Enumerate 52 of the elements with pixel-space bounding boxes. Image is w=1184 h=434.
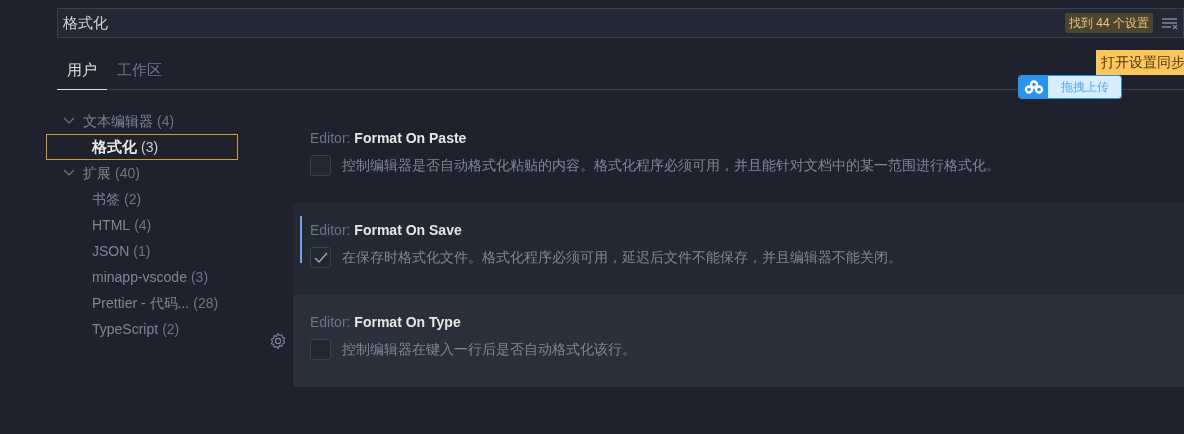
settings-tab[interactable]: 工作区 — [107, 58, 172, 90]
tree-item[interactable]: JSON (1) — [46, 238, 238, 264]
tree-item-count: (4) — [134, 215, 152, 235]
cloud-icon — [1023, 80, 1044, 94]
setting-title: Format On Paste — [354, 130, 467, 146]
checkmark-icon — [313, 251, 328, 264]
tree-item[interactable]: HTML (4) — [46, 212, 238, 238]
tree-item-count: (28) — [193, 293, 219, 313]
sync-tooltip: 打开设置同步 — [1096, 50, 1184, 75]
result-count-badge: 找到 44 个设置 — [1065, 13, 1153, 33]
tree-item[interactable]: 格式化 (3) — [46, 134, 238, 160]
focus-indicator — [300, 216, 302, 263]
tree-item-label: 文本编辑器 — [83, 111, 153, 131]
tree-item[interactable]: 文本编辑器 (4) — [46, 108, 238, 134]
clear-filter-icon[interactable] — [1161, 16, 1179, 30]
tree-item-label: Prettier - 代码... — [92, 293, 190, 313]
setting-title: Format On Save — [354, 222, 462, 238]
tree-item-label: minapp-vscode — [92, 267, 187, 287]
setting-checkbox[interactable] — [310, 339, 331, 360]
tree-item-label: HTML — [92, 215, 131, 235]
setting-description: 在保存时格式化文件。格式化程序必须可用，延迟后文件不能保存，并且编辑器不能关闭。 — [342, 248, 902, 267]
setting-description: 控制编辑器是否自动格式化粘贴的内容。格式化程序必须可用，并且能针对文档中的某一范围进行格式化。 — [342, 156, 1000, 175]
setting-checkbox[interactable] — [310, 247, 331, 268]
setting-checkbox[interactable] — [310, 155, 331, 176]
setting-title: Format On Type — [354, 314, 461, 330]
tree-item[interactable]: Prettier - 代码... (28) — [46, 290, 238, 316]
setting-description: 控制编辑器在键入一行后是否自动格式化该行。 — [342, 340, 636, 359]
tree-item-count: (2) — [162, 319, 180, 339]
tree-item[interactable]: TypeScript (2) — [46, 316, 238, 342]
tree-item-label: TypeScript — [92, 319, 159, 339]
tree-item-count: (3) — [190, 267, 209, 287]
settings-tab[interactable]: 用户 — [57, 58, 107, 90]
tree-item[interactable]: 书签 (2) — [46, 186, 238, 212]
tree-item-count: (1) — [133, 241, 151, 261]
tree-item-label: 格式化 — [92, 136, 137, 157]
tree-item-label: 扩展 — [83, 163, 111, 183]
tree-item-label: JSON — [92, 241, 130, 261]
search-text: 格式化 — [63, 12, 109, 33]
setting-category: Editor: — [310, 222, 351, 238]
setting-category: Editor: — [310, 130, 351, 146]
tree-item-label: 书签 — [92, 189, 120, 209]
setting-category: Editor: — [310, 314, 351, 330]
upload-label: 拖拽上传 — [1048, 76, 1121, 98]
tree-item-count: (40) — [115, 163, 140, 183]
tree-item[interactable]: minapp-vscode (3) — [46, 264, 238, 290]
tree-item-count: (3) — [141, 137, 159, 157]
upload-widget[interactable]: 拖拽上传 — [1018, 75, 1122, 99]
tree-item-count: (4) — [157, 111, 175, 131]
tree-item-count: (2) — [124, 189, 142, 209]
search-field[interactable]: 格式化 找到 44 个设置 — [57, 8, 1184, 38]
settings-gear-icon[interactable] — [268, 332, 287, 350]
tree-item[interactable]: 扩展 (40) — [46, 160, 238, 186]
